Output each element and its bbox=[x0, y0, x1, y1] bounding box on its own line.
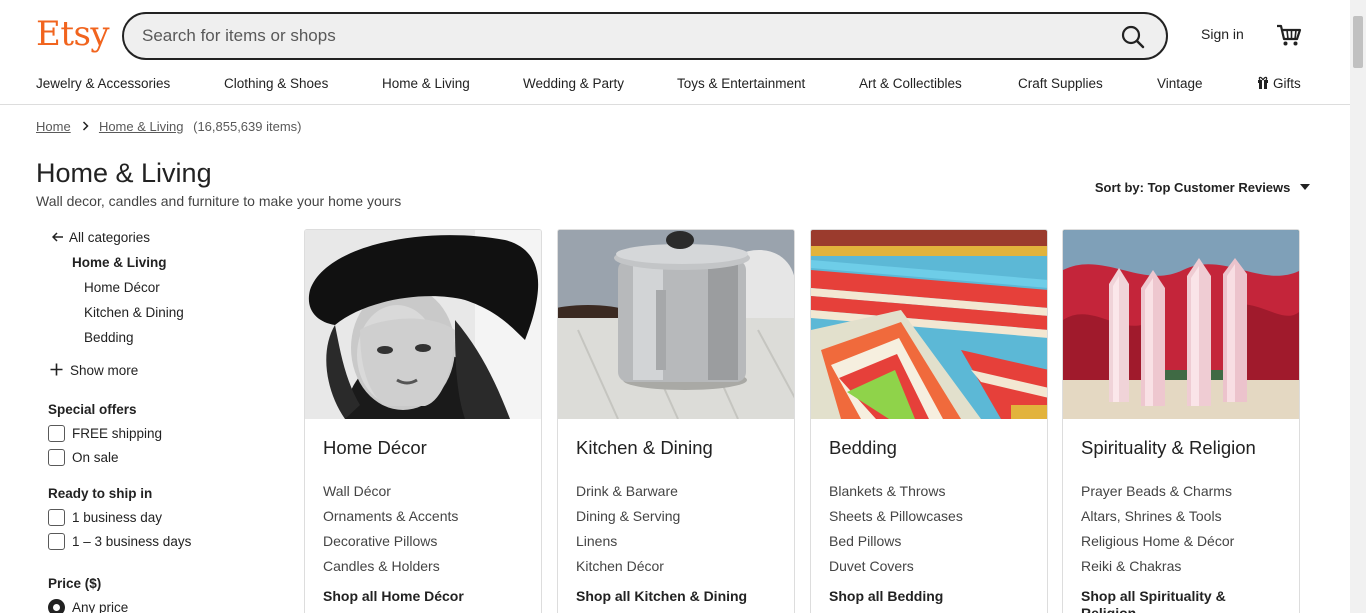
card-link[interactable]: Bed Pillows bbox=[829, 533, 901, 549]
checkbox[interactable] bbox=[48, 425, 65, 442]
category-card-home-decor[interactable]: Home Décor Wall Décor Ornaments & Accent… bbox=[304, 229, 542, 613]
checkbox[interactable] bbox=[48, 449, 65, 466]
checkbox[interactable] bbox=[48, 509, 65, 526]
show-more-label: Show more bbox=[70, 363, 139, 378]
canister-photo bbox=[558, 230, 794, 419]
sort-dropdown[interactable]: Sort by: Top Customer Reviews bbox=[1095, 180, 1310, 195]
radio-label: Any price bbox=[72, 600, 129, 613]
category-nav: Jewelry & Accessories Clothing & Shoes H… bbox=[0, 70, 1350, 105]
sidebar-current-category[interactable]: Home & Living bbox=[72, 255, 167, 270]
checkbox-label: On sale bbox=[72, 450, 119, 465]
search-bar bbox=[122, 12, 1168, 60]
nav-jewelry-accessories[interactable]: Jewelry & Accessories bbox=[36, 76, 170, 91]
category-card-bedding[interactable]: Bedding Blankets & Throws Sheets & Pillo… bbox=[810, 229, 1048, 613]
plus-icon bbox=[50, 363, 63, 376]
card-link[interactable]: Drink & Barware bbox=[576, 483, 678, 499]
portrait-photo bbox=[305, 230, 541, 419]
site-header: Etsy Sign in bbox=[0, 0, 1350, 70]
card-title[interactable]: Home Décor bbox=[323, 437, 427, 459]
breadcrumb-home[interactable]: Home bbox=[36, 119, 71, 134]
card-link[interactable]: Ornaments & Accents bbox=[323, 508, 458, 524]
card-link[interactable]: Altars, Shrines & Tools bbox=[1081, 508, 1222, 524]
checkbox-label: 1 business day bbox=[72, 510, 163, 525]
checkbox-label: FREE shipping bbox=[72, 426, 163, 441]
nav-wedding-party[interactable]: Wedding & Party bbox=[523, 76, 624, 91]
page-title: Home & Living bbox=[36, 158, 212, 188]
card-link[interactable]: Candles & Holders bbox=[323, 558, 440, 574]
arrow-left-icon bbox=[51, 232, 63, 242]
breadcrumb: Home Home & Living (16,855,639 items) bbox=[36, 119, 302, 134]
card-link[interactable]: Sheets & Pillowcases bbox=[829, 508, 963, 524]
breadcrumb-current[interactable]: Home & Living bbox=[99, 119, 184, 134]
scrollbar-thumb[interactable] bbox=[1353, 16, 1363, 68]
nav-craft-supplies[interactable]: Craft Supplies bbox=[1018, 76, 1103, 91]
nav-vintage[interactable]: Vintage bbox=[1157, 76, 1203, 91]
search-icon bbox=[1121, 25, 1145, 49]
quilt-photo bbox=[811, 230, 1047, 419]
shop-all-link[interactable]: Shop all Bedding bbox=[829, 588, 1029, 605]
all-categories-label: All categories bbox=[69, 230, 151, 245]
card-link[interactable]: Duvet Covers bbox=[829, 558, 914, 574]
card-link[interactable]: Wall Décor bbox=[323, 483, 391, 499]
card-link[interactable]: Linens bbox=[576, 533, 617, 549]
ship-1-day-checkbox[interactable]: 1 business day bbox=[48, 509, 162, 526]
page-subtitle: Wall decor, candles and furniture to mak… bbox=[36, 193, 402, 209]
card-link[interactable]: Blankets & Throws bbox=[829, 483, 945, 499]
search-button[interactable] bbox=[1118, 22, 1148, 52]
nav-clothing-shoes[interactable]: Clothing & Shoes bbox=[224, 76, 328, 91]
card-image[interactable] bbox=[305, 230, 541, 419]
sidebar-item-kitchen-dining[interactable]: Kitchen & Dining bbox=[84, 305, 184, 320]
free-shipping-checkbox[interactable]: FREE shipping bbox=[48, 425, 162, 442]
card-link[interactable]: Religious Home & Décor bbox=[1081, 533, 1234, 549]
caret-down-icon bbox=[1300, 184, 1310, 190]
card-link[interactable]: Dining & Serving bbox=[576, 508, 680, 524]
item-count: (16,855,639 items) bbox=[193, 119, 302, 134]
category-card-spirituality-religion[interactable]: Spirituality & Religion Prayer Beads & C… bbox=[1062, 229, 1300, 613]
ship-1-3-days-checkbox[interactable]: 1 – 3 business days bbox=[48, 533, 191, 550]
radio-selected[interactable] bbox=[48, 599, 65, 613]
card-image[interactable] bbox=[1063, 230, 1299, 419]
ready-to-ship-heading: Ready to ship in bbox=[48, 486, 153, 501]
sort-label: Sort by: Top Customer Reviews bbox=[1094, 180, 1291, 195]
shop-all-link[interactable]: Shop all Home Décor bbox=[323, 588, 523, 605]
category-card-kitchen-dining[interactable]: Kitchen & Dining Drink & Barware Dining … bbox=[557, 229, 795, 613]
any-price-radio[interactable]: Any price bbox=[48, 599, 128, 613]
etsy-logo[interactable]: Etsy bbox=[36, 12, 110, 56]
all-categories-link[interactable]: All categories bbox=[51, 230, 151, 245]
on-sale-checkbox[interactable]: On sale bbox=[48, 449, 119, 466]
card-link[interactable]: Reiki & Chakras bbox=[1081, 558, 1181, 574]
nav-gifts[interactable]: Gifts bbox=[1257, 76, 1301, 91]
card-link[interactable]: Kitchen Décor bbox=[576, 558, 664, 574]
gift-icon bbox=[1258, 76, 1268, 89]
sidebar-item-home-decor[interactable]: Home Décor bbox=[84, 280, 160, 295]
card-link[interactable]: Decorative Pillows bbox=[323, 533, 437, 549]
card-image[interactable] bbox=[558, 230, 794, 419]
cart-icon bbox=[1277, 24, 1302, 46]
card-image[interactable] bbox=[811, 230, 1047, 419]
nav-home-living[interactable]: Home & Living bbox=[382, 76, 470, 91]
card-link[interactable]: Prayer Beads & Charms bbox=[1081, 483, 1232, 499]
card-title[interactable]: Spirituality & Religion bbox=[1081, 437, 1256, 459]
nav-art-collectibles[interactable]: Art & Collectibles bbox=[859, 76, 962, 91]
shop-all-link[interactable]: Shop all Spirituality & Religion bbox=[1081, 588, 1281, 613]
nav-toys-entertainment[interactable]: Toys & Entertainment bbox=[677, 76, 805, 91]
card-title[interactable]: Kitchen & Dining bbox=[576, 437, 713, 459]
chevron-right-icon bbox=[83, 121, 89, 131]
sidebar-item-bedding[interactable]: Bedding bbox=[84, 330, 134, 345]
checkbox[interactable] bbox=[48, 533, 65, 550]
cart-button[interactable] bbox=[1274, 20, 1304, 50]
nav-gifts-label: Gifts bbox=[1273, 76, 1301, 91]
special-offers-heading: Special offers bbox=[48, 402, 137, 417]
show-more-button[interactable]: Show more bbox=[50, 363, 138, 378]
crystals-photo bbox=[1063, 230, 1299, 419]
checkbox-label: 1 – 3 business days bbox=[72, 534, 192, 549]
card-title[interactable]: Bedding bbox=[829, 437, 897, 459]
sign-in-link[interactable]: Sign in bbox=[1201, 26, 1244, 42]
scrollbar[interactable] bbox=[1350, 0, 1366, 613]
search-input[interactable] bbox=[142, 23, 1082, 49]
shop-all-link[interactable]: Shop all Kitchen & Dining bbox=[576, 588, 776, 605]
price-heading: Price ($) bbox=[48, 576, 102, 591]
